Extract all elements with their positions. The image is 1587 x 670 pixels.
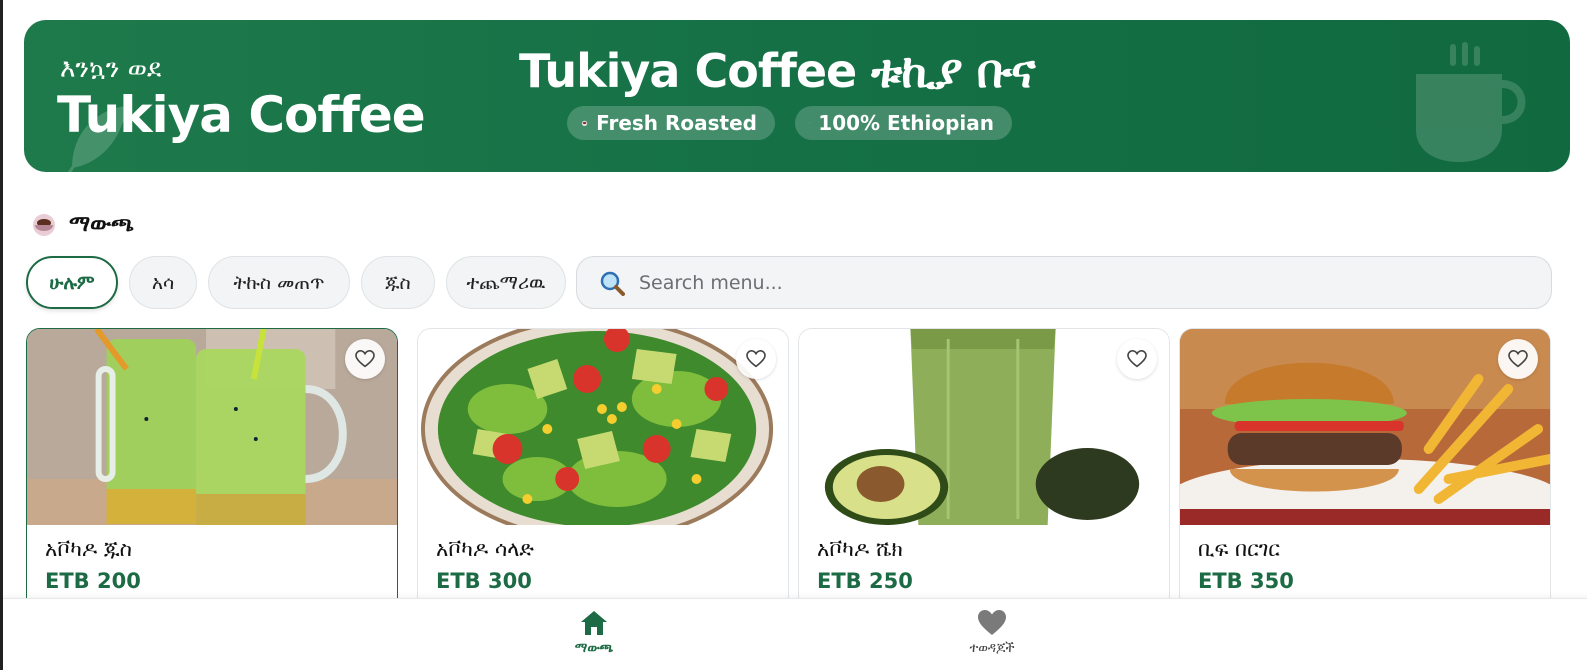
avocado-shake-photo <box>799 329 1169 525</box>
leaf-icon <box>809 122 811 124</box>
welcome-text: እንኳን ወደ <box>60 54 162 84</box>
item-name: አቮካዶ ሳላድ <box>436 537 534 561</box>
nav-item-favorites[interactable]: ተወዳጆች <box>947 609 1037 656</box>
home-icon <box>581 611 607 635</box>
filter-chip-hot-drinks[interactable]: ትኩስ መጠጥ <box>208 256 350 309</box>
center-title: Tukiya Coffee ቱኪያ ቡና <box>519 44 1036 98</box>
filter-chip-fish[interactable]: አሳ <box>129 256 197 309</box>
bottom-navigation: ማውጫ ተወዳጆች <box>3 598 1587 670</box>
coffee-cup-decoration-icon <box>1416 42 1526 162</box>
search-bar[interactable] <box>576 256 1552 309</box>
nav-label: ተወዳጆች <box>969 641 1015 656</box>
coffee-cup-icon <box>581 120 588 127</box>
item-name: አቮካዶ ጁስ <box>45 537 132 561</box>
item-price: ETB 250 <box>817 569 913 593</box>
header-banner: እንኳን ወደ Tukiya Coffee Tukiya Coffee ቱኪያ … <box>24 20 1570 172</box>
badge-ethiopian: 100% Ethiopian <box>795 106 1012 140</box>
beef-burger-photo <box>1180 329 1550 525</box>
filter-chip-extras[interactable]: ተጨማሪዉ <box>446 256 566 309</box>
favorite-button[interactable] <box>1117 339 1157 379</box>
item-price: ETB 300 <box>436 569 532 593</box>
filter-chip-all[interactable]: ሁሉም <box>26 256 118 309</box>
favorite-button[interactable] <box>736 339 776 379</box>
item-name: አቮካዶ ሼክ <box>817 537 903 561</box>
menu-card[interactable]: አቮካዶ ጁስ ETB 200 <box>26 328 398 628</box>
heart-outline-icon <box>746 350 766 368</box>
heart-icon <box>978 610 1006 635</box>
item-name: ቢፍ በርገር <box>1198 537 1280 561</box>
badge-label: Fresh Roasted <box>596 111 757 135</box>
brand-title: Tukiya Coffee <box>57 86 426 144</box>
heart-outline-icon <box>355 350 375 368</box>
menu-card[interactable]: ቢፍ በርገር ETB 350 <box>1179 328 1551 628</box>
avocado-salad-photo <box>418 329 788 525</box>
item-price: ETB 350 <box>1198 569 1294 593</box>
favorite-button[interactable] <box>345 339 385 379</box>
section-title: ማውጫ <box>69 211 134 237</box>
menu-card[interactable]: አቮካዶ ሳላድ ETB 300 <box>417 328 789 628</box>
search-icon <box>600 271 625 296</box>
filter-chip-juice[interactable]: ጁስ <box>361 256 435 309</box>
heart-outline-icon <box>1508 350 1528 368</box>
search-input[interactable] <box>639 271 1519 294</box>
heart-outline-icon <box>1127 350 1147 368</box>
nav-item-menu[interactable]: ማውጫ <box>559 609 629 656</box>
badge-label: 100% Ethiopian <box>818 111 994 135</box>
nav-label: ማውጫ <box>574 641 614 656</box>
section-heading: ማውጫ <box>31 211 134 237</box>
app-root: እንኳን ወደ Tukiya Coffee Tukiya Coffee ቱኪያ … <box>0 0 1587 670</box>
badge-fresh-roasted: Fresh Roasted <box>567 106 775 140</box>
item-price: ETB 200 <box>45 569 141 593</box>
avocado-juice-photo <box>27 329 397 525</box>
coffee-cup-icon <box>33 214 55 236</box>
favorite-button[interactable] <box>1498 339 1538 379</box>
menu-card[interactable]: አቮካዶ ሼክ ETB 250 <box>798 328 1170 628</box>
